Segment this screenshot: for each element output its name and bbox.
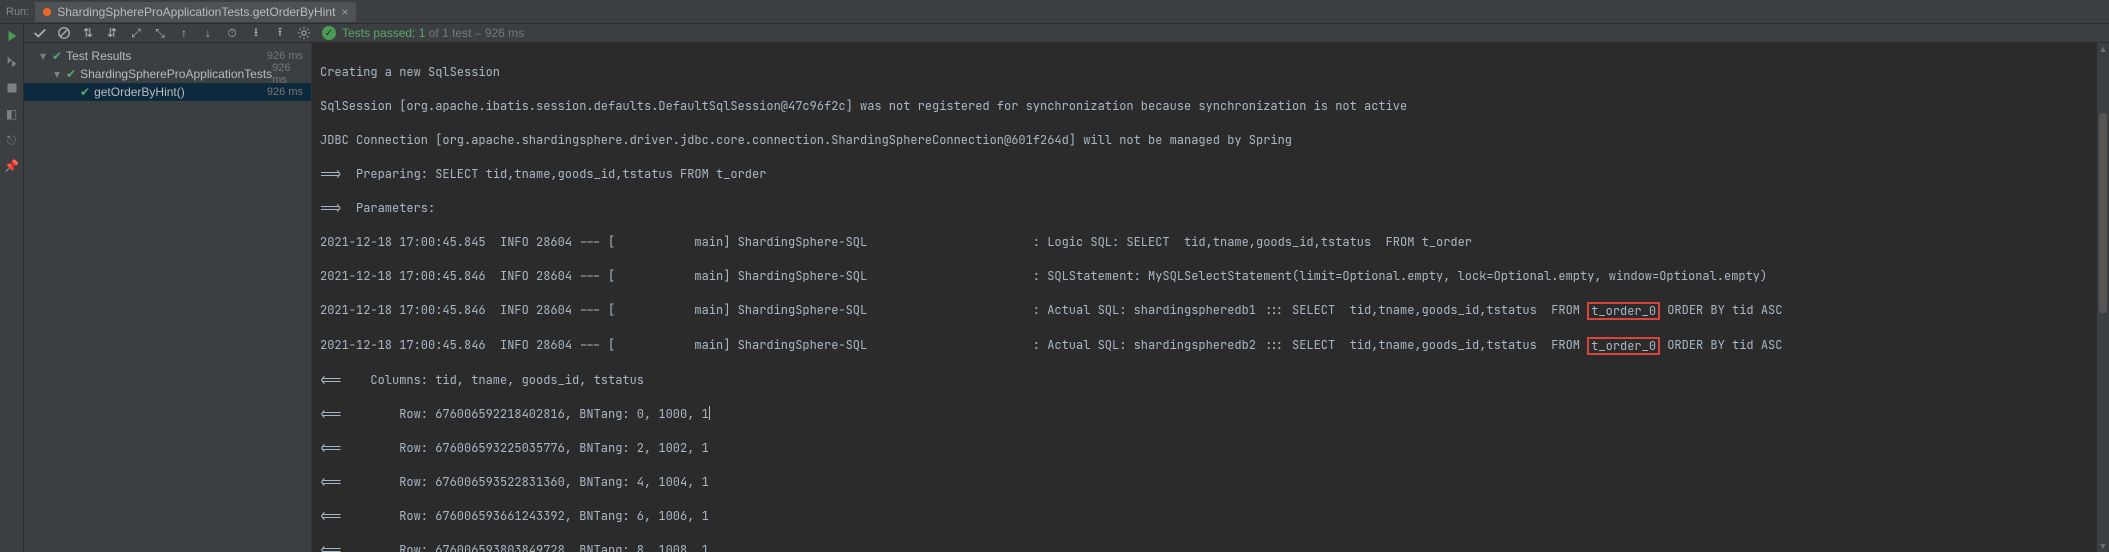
close-icon[interactable]: × <box>341 5 348 19</box>
console-line: 2021-12-18 17:00:45.845 INFO 28604 --- [… <box>320 234 2089 251</box>
pass-icon: ✔ <box>66 67 76 81</box>
run-tab-active[interactable]: ShardingSphereProApplicationTests.getOrd… <box>35 2 356 22</box>
tree-root[interactable]: ▾ ✔ Test Results 926 ms <box>24 47 311 65</box>
rerun-icon[interactable] <box>4 28 20 44</box>
prev-failed-icon[interactable]: ↑ <box>176 24 192 42</box>
tests-summary: Tests passed: 1 of 1 test – 926 ms <box>342 26 524 40</box>
text-caret <box>709 406 710 420</box>
pass-check-icon: ✓ <box>322 26 336 40</box>
show-ignored-icon[interactable] <box>56 24 72 42</box>
console-line: <== Row: 676006592218402816, BNTang: 0, … <box>320 406 2089 423</box>
layout-icon[interactable]: ◧ <box>4 106 20 122</box>
chevron-blank <box>66 85 76 99</box>
pin-icon[interactable]: 📌 <box>4 158 20 174</box>
expand-all-icon[interactable]: ⤢ <box>128 24 144 42</box>
scroll-down-icon[interactable]: ▼ <box>2097 540 2109 552</box>
tree-method-label: getOrderByHint() <box>94 85 185 99</box>
collapse-all-icon[interactable]: ⤡ <box>152 24 168 42</box>
console-line: ==> Parameters: <box>320 200 2089 217</box>
test-config-icon <box>43 8 51 16</box>
test-tree: ▾ ✔ Test Results 926 ms ▾ ✔ ShardingSpherePr… <box>24 43 312 552</box>
test-history-icon[interactable]: ⏱ <box>224 24 240 42</box>
tree-method[interactable]: ✔ getOrderByHint() 926 ms <box>24 83 311 101</box>
scroll-thumb[interactable] <box>2099 113 2107 313</box>
console-line: <== Row: 676006593803849728, BNTang: 8, … <box>320 542 2089 552</box>
run-tab-bar: Run: ShardingSphereProApplicationTests.g… <box>0 0 2109 24</box>
export-tests-icon[interactable]: ⭱ <box>272 24 288 42</box>
test-toolbar: ⇅ ⇵ ⤢ ⤡ ↑ ↓ ⏱ ⭳ ⭱ ✓ Tests passed: 1 of 1… <box>24 24 2109 43</box>
highlight-box: t_order_0 <box>1587 337 1660 355</box>
sort-icon[interactable]: ⇅ <box>80 24 96 42</box>
settings-icon[interactable] <box>296 24 312 42</box>
show-passed-icon[interactable] <box>32 24 48 42</box>
toggle-auto-test-icon[interactable] <box>4 54 20 70</box>
chevron-down-icon[interactable]: ▾ <box>52 67 62 81</box>
tree-class-label: ShardingSphereProApplicationTests <box>80 67 272 81</box>
chevron-down-icon[interactable]: ▾ <box>38 49 48 63</box>
next-failed-icon[interactable]: ↓ <box>200 24 216 42</box>
console-line: 2021-12-18 17:00:45.846 INFO 28604 --- [… <box>320 337 2089 355</box>
pass-icon: ✔ <box>52 49 62 63</box>
vertical-scrollbar[interactable]: ▲ ▼ <box>2097 43 2109 552</box>
console-line: <== Columns: tid, tname, goods_id, tstat… <box>320 372 2089 389</box>
console-line: 2021-12-18 17:00:45.846 INFO 28604 --- [… <box>320 268 2089 285</box>
console-line: 2021-12-18 17:00:45.846 INFO 28604 --- [… <box>320 302 2089 320</box>
sort-alpha-icon[interactable]: ⇵ <box>104 24 120 42</box>
tab-title: ShardingSphereProApplicationTests.getOrd… <box>57 5 335 19</box>
console-line: ==> Preparing: SELECT tid,tname,goods_id… <box>320 166 2089 183</box>
console-line: Creating a new SqlSession <box>320 64 2089 81</box>
scroll-up-icon[interactable]: ▲ <box>2097 43 2109 55</box>
console-line: SqlSession [org.apache.ibatis.session.de… <box>320 98 2089 115</box>
exit-icon[interactable]: ⎋ <box>4 132 20 148</box>
import-tests-icon[interactable]: ⭳ <box>248 24 264 42</box>
highlight-box: t_order_0 <box>1587 302 1660 320</box>
tree-class-ms: 926 ms <box>272 62 303 86</box>
tree-root-label: Test Results <box>66 49 131 63</box>
tree-class[interactable]: ▾ ✔ ShardingSphereProApplicationTests 926 … <box>24 65 311 83</box>
console-line: <== Row: 676006593225035776, BNTang: 2, … <box>320 440 2089 457</box>
stop-icon[interactable] <box>4 80 20 96</box>
console-line: JDBC Connection [org.apache.shardingsphe… <box>320 132 2089 149</box>
console-line: <== Row: 676006593661243392, BNTang: 6, … <box>320 508 2089 525</box>
run-side-toolbar: ◧ ⎋ 📌 <box>0 24 24 552</box>
tree-method-ms: 926 ms <box>267 86 303 98</box>
tree-root-ms: 926 ms <box>267 50 303 62</box>
console-line: <== Row: 676006593522831360, BNTang: 4, … <box>320 474 2089 491</box>
console-output[interactable]: Creating a new SqlSession SqlSession [or… <box>312 43 2097 552</box>
pass-icon: ✔ <box>80 85 90 99</box>
run-label: Run: <box>6 6 29 18</box>
